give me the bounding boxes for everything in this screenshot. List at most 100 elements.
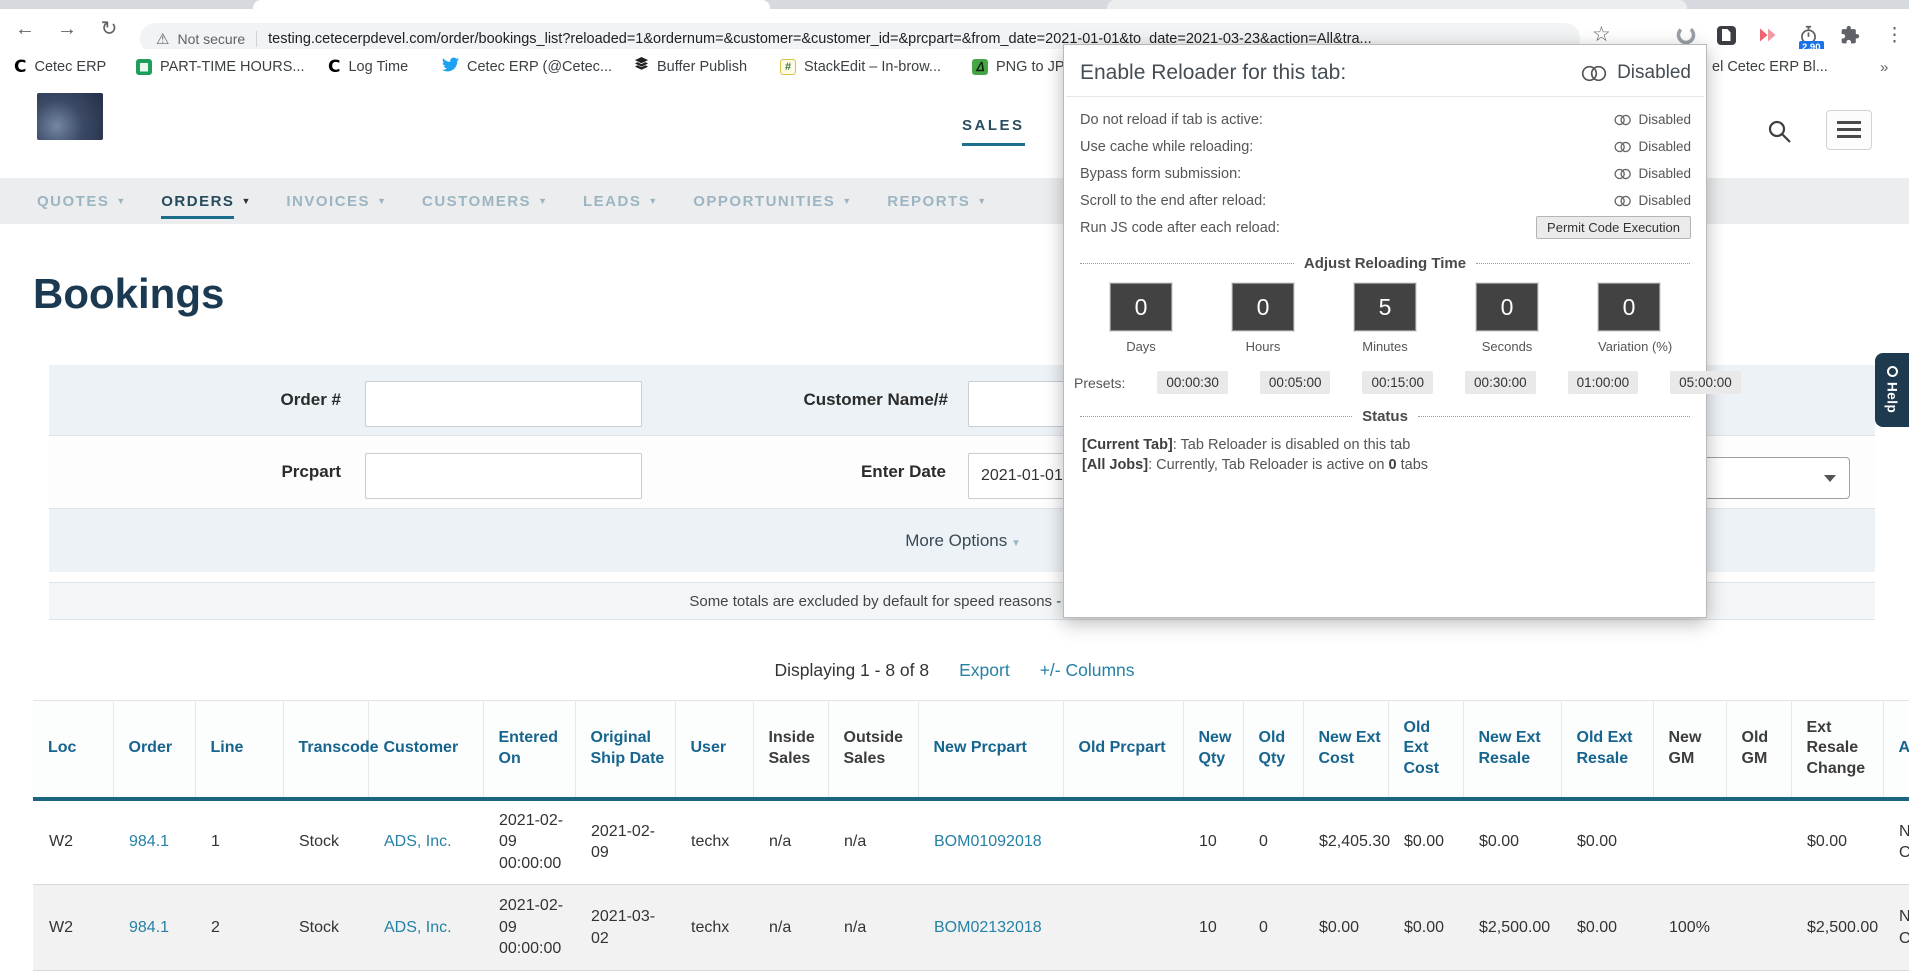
time-fields: 0Days0Hours5Minutes0Seconds0Variation (%…: [1064, 283, 1706, 354]
preset-chip[interactable]: 01:00:00: [1568, 371, 1639, 394]
search-icon[interactable]: [1766, 118, 1793, 150]
time-value-input[interactable]: 0: [1232, 283, 1294, 331]
cell-link[interactable]: 984.1: [113, 885, 195, 971]
column-header[interactable]: New Ext Resale: [1463, 701, 1561, 799]
displaying-count: Displaying 1 - 8 of 8: [774, 660, 929, 681]
cell-link[interactable]: BOM02132018: [918, 885, 1063, 971]
caret-down-icon: ▼: [977, 196, 986, 206]
bookmark-item[interactable]: CCetec ERP: [14, 49, 106, 85]
cetec-c-icon: C: [14, 57, 26, 77]
column-header[interactable]: Old Ext Resale: [1561, 701, 1653, 799]
cell: $0.00: [1561, 799, 1653, 885]
cell: 100%: [1653, 885, 1726, 971]
time-value-input[interactable]: 5: [1354, 283, 1416, 331]
preset-chip[interactable]: 00:30:00: [1465, 371, 1536, 394]
column-header[interactable]: Old Prcpart: [1063, 701, 1183, 799]
column-header[interactable]: Old Ext Cost: [1388, 701, 1463, 799]
column-header[interactable]: Entered On: [483, 701, 575, 799]
page-title: Bookings: [33, 270, 224, 318]
media-extension-icon[interactable]: [1756, 23, 1780, 47]
extensions-puzzle-icon[interactable]: [1838, 23, 1862, 47]
cetec-logo[interactable]: [37, 93, 103, 140]
prcpart-input[interactable]: [365, 453, 642, 499]
nav-leads[interactable]: LEADS▼: [583, 193, 657, 210]
cell: $0.00: [1388, 885, 1463, 971]
time-value-input[interactable]: 0: [1476, 283, 1538, 331]
column-header[interactable]: Action: [1883, 701, 1909, 799]
reloader-option-state: Disabled: [1638, 112, 1691, 127]
cell: $2,500.00: [1791, 885, 1883, 971]
column-header[interactable]: Transcode: [283, 701, 368, 799]
time-value-input[interactable]: 0: [1110, 283, 1172, 331]
bookmark-overflow-label[interactable]: el Cetec ERP Bl...: [1712, 49, 1828, 85]
forward-icon[interactable]: →: [54, 16, 80, 42]
bookmark-item[interactable]: Buffer Publish: [634, 49, 747, 85]
time-value-input[interactable]: 0: [1598, 283, 1660, 331]
browser-active-tab[interactable]: [253, 0, 770, 9]
help-label: Help: [1885, 382, 1900, 413]
permit-code-execution-button[interactable]: Permit Code Execution: [1536, 216, 1691, 239]
cell: [1653, 799, 1726, 885]
browser-inactive-tab[interactable]: [1107, 0, 1687, 9]
top-tab-sales[interactable]: SALES: [962, 117, 1025, 146]
order-number-label: Order #: [160, 390, 341, 410]
bookmark-item[interactable]: CLog Time: [328, 49, 408, 85]
cell: techx: [675, 799, 753, 885]
columns-toggle-link[interactable]: +/- Columns: [1040, 660, 1135, 681]
reload-icon[interactable]: ↻: [96, 16, 122, 42]
column-header[interactable]: New Ext Cost: [1303, 701, 1388, 799]
stackedit-icon: #: [780, 59, 796, 75]
column-header[interactable]: Old Qty: [1243, 701, 1303, 799]
document-extension-icon[interactable]: [1714, 23, 1738, 47]
column-header[interactable]: Order: [113, 701, 195, 799]
bookmark-item[interactable]: 𝛥PNG to JP: [972, 49, 1065, 85]
export-link[interactable]: Export: [959, 660, 1010, 681]
bookmark-label: PNG to JP: [996, 59, 1065, 75]
order-number-input[interactable]: [365, 381, 642, 427]
reloader-option-toggle[interactable]: Disabled: [1614, 166, 1691, 181]
reloader-option-toggle[interactable]: Disabled: [1614, 193, 1691, 208]
not-secure-label[interactable]: Not secure: [177, 31, 245, 47]
preset-chip[interactable]: 00:15:00: [1362, 371, 1433, 394]
back-icon[interactable]: ←: [12, 16, 38, 42]
nav-customers[interactable]: CUSTOMERS▼: [422, 193, 547, 210]
nav-quotes[interactable]: QUOTES▼: [37, 193, 125, 210]
bookings-table: LocOrderLineTranscodeCustomerEntered OnO…: [33, 700, 1909, 971]
cell-link[interactable]: ADS, Inc.: [368, 885, 483, 971]
reloader-master-toggle[interactable]: Disabled: [1581, 62, 1691, 84]
column-header[interactable]: Customer: [368, 701, 483, 799]
reloader-option-toggle[interactable]: Disabled: [1614, 139, 1691, 154]
bookmark-item[interactable]: Cetec ERP (@Cetec...: [442, 49, 612, 85]
nav-invoices[interactable]: INVOICES▼: [286, 193, 386, 210]
column-header[interactable]: Loc: [33, 701, 113, 799]
bookmark-label: Buffer Publish: [657, 59, 747, 75]
bookmark-label: PART-TIME HOURS...: [160, 59, 304, 75]
bookmarks-overflow-chevron-icon[interactable]: »: [1880, 49, 1888, 85]
cell: 2021-02-09: [575, 799, 675, 885]
browser-menu-icon[interactable]: ⋮: [1885, 24, 1904, 47]
nav-orders[interactable]: ORDERS▼: [161, 193, 250, 210]
preset-chip[interactable]: 00:05:00: [1260, 371, 1331, 394]
reloader-option-toggle[interactable]: Disabled: [1614, 112, 1691, 127]
bookmark-item[interactable]: #StackEdit – In-brow...: [780, 49, 941, 85]
nav-reports[interactable]: REPORTS▼: [887, 193, 986, 210]
bookmark-item[interactable]: PART-TIME HOURS...: [136, 49, 304, 85]
preset-chip[interactable]: 05:00:00: [1670, 371, 1741, 394]
column-header[interactable]: User: [675, 701, 753, 799]
column-header[interactable]: New Qty: [1183, 701, 1243, 799]
column-header[interactable]: Original Ship Date: [575, 701, 675, 799]
cell-link[interactable]: ADS, Inc.: [368, 799, 483, 885]
nav-opportunities[interactable]: OPPORTUNITIES▼: [693, 193, 851, 210]
column-header[interactable]: New Prcpart: [918, 701, 1063, 799]
prcpart-label: Prcpart: [160, 462, 341, 482]
more-options-toggle[interactable]: More Options▾: [905, 531, 1019, 550]
hamburger-menu-icon[interactable]: [1826, 110, 1872, 150]
help-tab[interactable]: Help: [1875, 353, 1909, 427]
preset-chip[interactable]: 00:00:30: [1157, 371, 1228, 394]
reloader-option-row: Bypass form submission:Disabled: [1080, 160, 1691, 187]
time-section-header: Adjust Reloading Time: [1080, 255, 1690, 272]
reloader-options: Do not reload if tab is active:DisabledU…: [1064, 97, 1706, 241]
cell-link[interactable]: BOM01092018: [918, 799, 1063, 885]
cell-link[interactable]: 984.1: [113, 799, 195, 885]
column-header[interactable]: Line: [195, 701, 283, 799]
